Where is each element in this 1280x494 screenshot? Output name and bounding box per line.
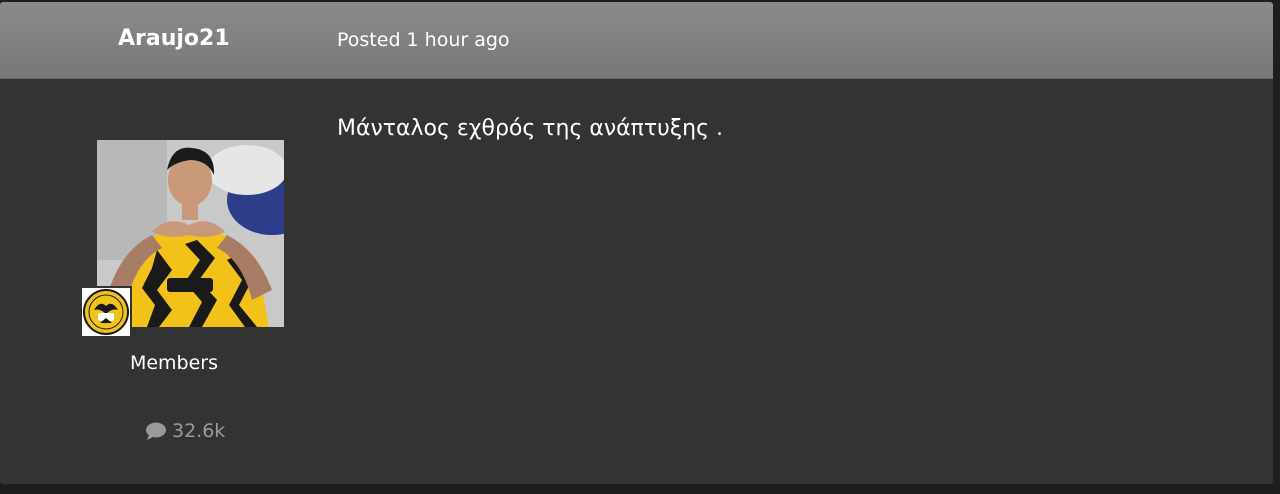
author-name-link[interactable]: Araujo21: [118, 26, 230, 51]
speech-bubble-icon: [146, 422, 166, 440]
club-badge-icon[interactable]: [80, 286, 132, 338]
post-header: Araujo21 Posted 1 hour ago: [0, 2, 1273, 79]
forum-post: Araujo21 Posted 1 hour ago Members 32.6k…: [0, 2, 1273, 484]
post-content: Μάνταλος εχθρός της ανάπτυξης .: [337, 116, 724, 141]
post-count: 32.6k: [145, 420, 225, 442]
posted-time: Posted 1 hour ago: [337, 29, 510, 51]
post-count-value: 32.6k: [172, 420, 226, 442]
badge-emblem: [83, 289, 129, 335]
member-group: Members: [129, 352, 219, 374]
